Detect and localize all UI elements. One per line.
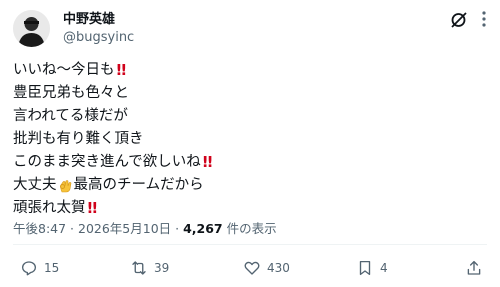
view-count[interactable]: 4,267 bbox=[183, 221, 223, 236]
share-button[interactable] bbox=[465, 258, 483, 278]
bookmark-icon bbox=[359, 260, 371, 276]
post-line: 豊臣兄弟も色々と bbox=[13, 82, 483, 105]
author-name[interactable]: 中野英雄 bbox=[63, 12, 115, 28]
post-line-text: 言われてる様だが bbox=[13, 108, 128, 124]
double-exclamation-emoji: !! bbox=[86, 199, 99, 217]
post-line: いいね〜今日も!! bbox=[13, 59, 483, 82]
post-meta: 午後8:47 · 2026年5月10日 · 4,267 件の表示 bbox=[13, 218, 277, 237]
heart-icon bbox=[244, 261, 260, 275]
divider bbox=[13, 244, 487, 245]
meta-separator: · bbox=[171, 221, 184, 236]
post-text: いいね〜今日も!! 豊臣兄弟も色々と 言われてる様だが 批判も有り難く頂き この… bbox=[13, 59, 483, 220]
repost-icon bbox=[132, 261, 146, 275]
post-line: 頑張れ太賀!! bbox=[13, 197, 483, 220]
post-line-text: 最高のチームだから bbox=[73, 177, 204, 193]
view-count-label: 件の表示 bbox=[222, 221, 277, 236]
author-handle[interactable]: @bugsyinc bbox=[63, 30, 134, 46]
meta-separator: · bbox=[66, 221, 78, 236]
post-date[interactable]: 2026年5月10日 bbox=[78, 221, 171, 236]
post-line-text: いいね〜今日も bbox=[13, 62, 115, 78]
reply-button[interactable]: 15 bbox=[20, 258, 59, 278]
more-options-icon[interactable] bbox=[476, 8, 492, 30]
like-count: 430 bbox=[267, 261, 290, 275]
repost-button[interactable]: 39 bbox=[130, 258, 169, 278]
post-line-text: 批判も有り難く頂き bbox=[13, 131, 144, 147]
bookmark-button[interactable]: 4 bbox=[356, 258, 388, 278]
bookmark-count: 4 bbox=[380, 261, 388, 275]
grok-icon[interactable] bbox=[449, 10, 469, 30]
post-line: 大丈夫 最高のチームだから bbox=[13, 174, 483, 197]
post-line: このまま突き進んで欲しいね!! bbox=[13, 151, 483, 174]
post-line-text: このまま突き進んで欲しいね bbox=[13, 154, 201, 170]
post-line-text: 豊臣兄弟も色々と bbox=[13, 85, 129, 101]
double-exclamation-emoji: !! bbox=[115, 61, 128, 79]
reply-icon bbox=[21, 261, 37, 276]
post-line-text: 大丈夫 bbox=[13, 177, 57, 193]
post-line-text: 頑張れ太賀 bbox=[13, 200, 86, 216]
share-icon bbox=[467, 260, 481, 275]
post-time[interactable]: 午後8:47 bbox=[13, 221, 66, 236]
repost-count: 39 bbox=[154, 261, 170, 275]
avatar-photo bbox=[13, 10, 50, 47]
double-exclamation-emoji: !! bbox=[201, 153, 214, 171]
post-line: 言われてる様だが bbox=[13, 105, 483, 128]
reply-count: 15 bbox=[44, 261, 60, 275]
post-line: 批判も有り難く頂き bbox=[13, 128, 483, 151]
ok-hand-emoji bbox=[58, 178, 73, 193]
like-button[interactable]: 430 bbox=[243, 258, 290, 278]
avatar[interactable] bbox=[13, 10, 50, 47]
